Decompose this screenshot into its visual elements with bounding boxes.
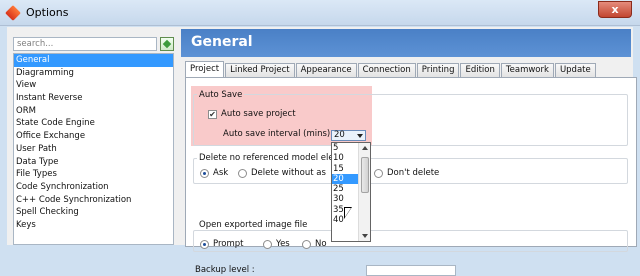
open-prompt-label: Prompt [213,239,244,249]
scroll-up-icon[interactable] [362,146,368,150]
category-item-file-types[interactable]: File Types [14,168,173,181]
page-header: General [181,29,631,57]
search-button[interactable] [160,37,174,51]
category-list: General Diagramming View Instant Reverse… [13,53,174,245]
tab-project[interactable]: Project [185,61,225,77]
auto-save-checkbox-label: Auto save project [221,109,296,119]
category-item-keys[interactable]: Keys [14,219,173,232]
tab-bar: Project Linked Project Appearance Connec… [185,61,597,78]
interval-option[interactable]: 10 [332,153,358,163]
tab-teamwork[interactable]: Teamwork [500,63,554,77]
delete-ask-label: Ask [213,168,229,178]
app-icon [5,5,21,21]
auto-save-interval-value: 20 [334,130,345,140]
category-item-view[interactable]: View [14,79,173,92]
open-no-label: No [315,239,327,249]
category-item-orm[interactable]: ORM [14,105,173,118]
backup-level-select[interactable] [366,265,456,276]
chevron-down-icon [357,134,363,138]
scroll-down-icon[interactable] [362,234,368,238]
delete-model-group-title: Delete no referenced model elem [197,153,344,163]
page-title: General [191,34,253,50]
auto-save-interval-select[interactable]: 20 [331,130,366,141]
category-item-diagramming[interactable]: Diagramming [14,67,173,80]
category-item-office-exchange[interactable]: Office Exchange [14,130,173,143]
open-yes-label: Yes [276,239,290,249]
scrollbar-thumb[interactable] [361,157,369,193]
window-title: Options [26,6,69,19]
tab-connection[interactable]: Connection [357,63,416,77]
category-item-data-type[interactable]: Data Type [14,156,173,169]
delete-without-ask-radio[interactable] [238,169,247,178]
backup-level-label: Backup level : [195,265,255,275]
auto-save-checkbox[interactable]: ✔ [208,110,217,119]
tab-printing[interactable]: Printing [416,63,460,77]
mouse-cursor-icon [344,207,352,219]
category-item-state-code-engine[interactable]: State Code Engine [14,117,173,130]
interval-option[interactable]: 30 [332,194,358,204]
tab-linked-project[interactable]: Linked Project [225,63,295,77]
options-window-body: search... General Diagramming View Insta… [7,27,637,276]
window-title-bar: Options x [0,0,640,26]
dropdown-scrollbar[interactable] [358,143,370,241]
project-tab-panel: Auto Save ✔ Auto save project Auto save … [185,77,637,276]
category-item-spell-checking[interactable]: Spell Checking [14,206,173,219]
delete-without-ask-label: Delete without as [251,168,326,178]
interval-option[interactable]: 5 [332,143,358,153]
tab-edition[interactable]: Edition [460,63,500,77]
category-item-cpp-code-synchronization[interactable]: C++ Code Synchronization [14,194,173,207]
close-button[interactable]: x [598,1,632,18]
interval-option[interactable]: 15 [332,164,358,174]
category-item-code-synchronization[interactable]: Code Synchronization [14,181,173,194]
category-item-instant-reverse[interactable]: Instant Reverse [14,92,173,105]
category-item-general[interactable]: General [14,54,173,67]
diamond-icon [162,39,172,49]
category-item-user-path[interactable]: User Path [14,143,173,156]
auto-save-group-title: Auto Save [197,90,245,100]
open-image-group-title: Open exported image file [197,220,310,230]
tab-appearance[interactable]: Appearance [295,63,357,77]
open-image-group [193,230,628,252]
dont-delete-radio[interactable] [374,169,383,178]
delete-ask-radio[interactable] [200,169,209,178]
search-input[interactable]: search... [13,37,157,51]
auto-save-interval-label: Auto save interval (mins) : [223,129,336,139]
tab-update[interactable]: Update [554,63,596,77]
dont-delete-label: Don't delete [387,168,440,178]
interval-option-selected[interactable]: 20 [332,173,358,185]
auto-save-interval-dropdown: 5 10 15 20 25 30 35 40 [331,142,371,242]
interval-option[interactable]: 25 [332,184,358,194]
